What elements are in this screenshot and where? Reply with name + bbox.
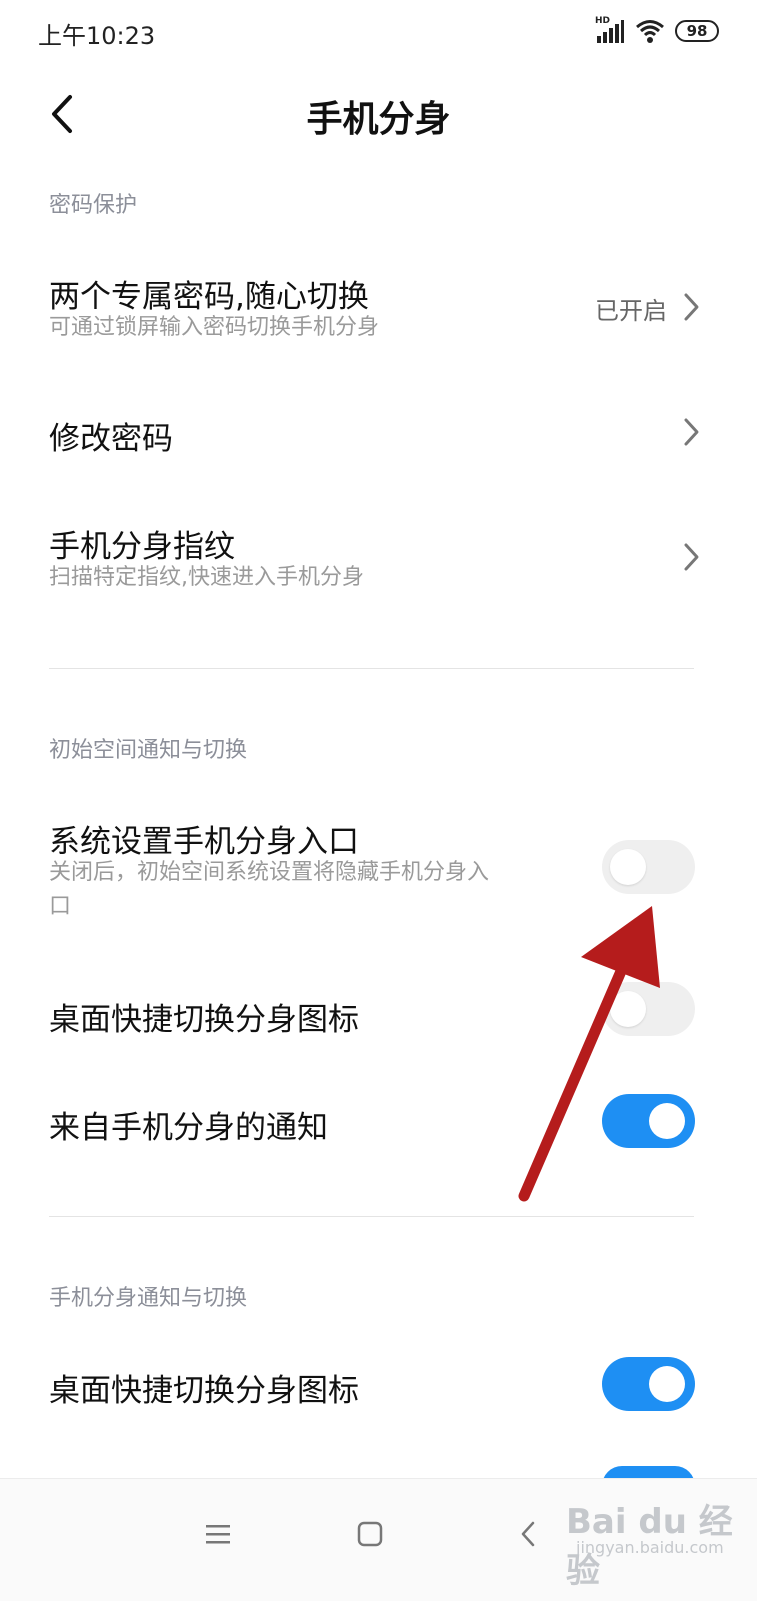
nav-back-icon [521, 1521, 535, 1547]
chevron-right-icon [684, 418, 699, 446]
nav-back-button[interactable] [498, 1509, 558, 1559]
row-settings-entry: 系统设置手机分身入口 关闭后，初始空间系统设置将隐藏手机分身入 口 [0, 800, 757, 930]
section-title-password: 密码保护 [49, 193, 138, 218]
divider [49, 668, 694, 669]
signal-icon: HD [595, 16, 625, 44]
row-subtitle: 关闭后，初始空间系统设置将隐藏手机分身入 [49, 860, 490, 885]
row-title: 修改密码 [49, 421, 173, 457]
toggle-desktop-shortcut[interactable] [602, 982, 695, 1036]
chevron-right-icon [684, 293, 699, 321]
status-bar: 上午10:23 HD 98 [0, 0, 757, 64]
toggle-knob [610, 991, 646, 1027]
toggle-notifications[interactable] [602, 1094, 695, 1148]
menu-button[interactable] [188, 1509, 248, 1559]
status-time: 上午10:23 [38, 22, 156, 50]
section-title-initial-space: 初始空间通知与切换 [49, 738, 248, 763]
toggle-knob [610, 849, 646, 885]
watermark-sub: jingyan.baidu.com [576, 1538, 724, 1557]
row-title: 两个专属密码,随心切换 [49, 279, 369, 315]
row-subtitle: 可通过锁屏输入密码切换手机分身 [49, 315, 380, 340]
row-value: 已开启 [595, 297, 667, 325]
wifi-icon [635, 18, 665, 44]
home-button[interactable] [340, 1509, 400, 1559]
row-title: 来自手机分身的通知 [49, 1110, 328, 1146]
toggle-settings-entry[interactable] [602, 840, 695, 894]
row-change-password[interactable]: 修改密码 [0, 395, 757, 475]
row-title: 桌面快捷切换分身图标 [49, 1002, 359, 1038]
row-subtitle-line2: 口 [49, 894, 72, 919]
row-title: 桌面快捷切换分身图标 [49, 1373, 359, 1409]
page-title: 手机分身 [306, 99, 451, 140]
toggle-knob [649, 1103, 685, 1139]
toggle-clone-desktop-shortcut[interactable] [602, 1357, 695, 1411]
row-title: 系统设置手机分身入口 [49, 824, 359, 860]
battery-level: 98 [686, 22, 708, 40]
header: 手机分身 [0, 64, 757, 164]
home-icon [357, 1521, 383, 1547]
row-title: 手机分身指纹 [49, 529, 235, 565]
row-notifications: 来自手机分身的通知 [0, 1082, 757, 1162]
row-subtitle: 扫描特定指纹,快速进入手机分身 [49, 565, 364, 590]
toggle-knob [649, 1366, 685, 1402]
menu-icon [206, 1525, 230, 1544]
divider [49, 1216, 694, 1217]
row-dual-password[interactable]: 两个专属密码,随心切换 可通过锁屏输入密码切换手机分身 已开启 [0, 255, 757, 365]
row-fingerprint[interactable]: 手机分身指纹 扫描特定指纹,快速进入手机分身 [0, 505, 757, 615]
section-title-clone-space: 手机分身通知与切换 [49, 1286, 248, 1311]
row-clone-desktop-shortcut: 桌面快捷切换分身图标 [0, 1345, 757, 1425]
row-desktop-shortcut: 桌面快捷切换分身图标 [0, 970, 757, 1050]
watermark-logo: Bai du 经验 jingyan.baidu.com [566, 1490, 736, 1591]
chevron-right-icon [684, 543, 699, 571]
status-icons: HD 98 [595, 16, 719, 46]
battery-icon: 98 [675, 20, 719, 42]
